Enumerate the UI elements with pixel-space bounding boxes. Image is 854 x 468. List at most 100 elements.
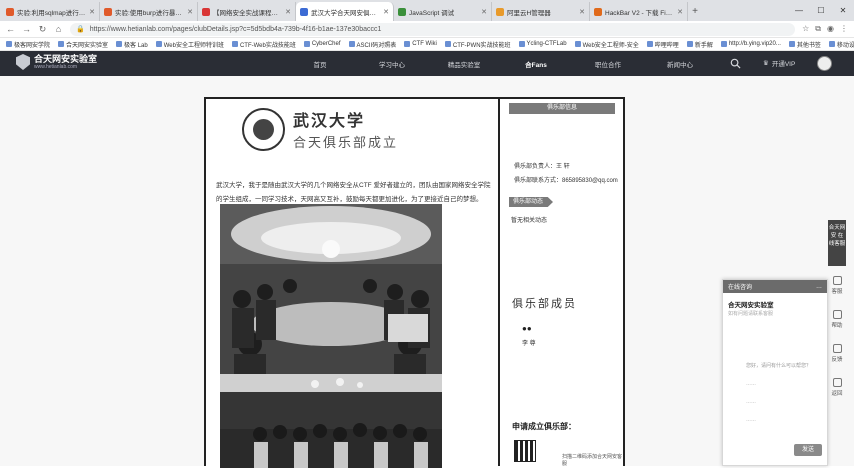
bookmark-item[interactable]: http://b.ying.vip20... [720,41,781,47]
url-text: https://www.hetianlab.com/pages/clubDeta… [89,25,382,33]
site-logo[interactable]: 合天网安实验室 www.hetianlab.com [16,54,97,70]
sidebar-heading: 俱乐部信息 [509,103,615,114]
logo-sub: www.hetianlab.com [34,64,78,70]
qr-caption: 扫描二维码添加合天网安客服 [562,454,623,467]
menu-icon[interactable]: ⋮ [840,24,848,34]
bookmark-item[interactable]: 移动设备上的书签 [828,40,854,49]
url-field[interactable]: 🔒 https://www.hetianlab.com/pages/clubDe… [70,22,796,36]
url-tools: ☆ ⧉ ◉ ⋮ [802,24,848,34]
club-photo-dinner [220,204,442,374]
bookmark-icon [646,41,653,47]
extension-icon[interactable]: ⧉ [815,24,821,34]
bookmark-icon [404,41,411,47]
chat-header-title: 在线咨询 [728,285,753,291]
chat-org-name: 合天网安实验室 [728,302,774,309]
menu-item[interactable]: 精品实验室 [428,59,500,69]
menu-item[interactable]: 学习中心 [356,59,428,69]
tab-title: JavaScript 调试 [409,9,455,17]
club-title: 合天俱乐部成立 [293,136,399,151]
bookmark-item[interactable]: 其他书签 [788,40,821,49]
profile-icon[interactable]: ◉ [827,24,834,34]
tab-close-icon[interactable]: ✕ [579,8,585,16]
bookmark-item[interactable]: 哔哩哔哩 [646,40,679,49]
close-window-button[interactable]: ✕ [832,0,854,21]
rail-item-help[interactable]: 帮助 [828,304,846,334]
forward-icon[interactable]: → [22,24,31,34]
right-rail: 合天网安 在线客服 客服 帮助 反馈 返回 [828,220,848,402]
tab-title: 【网络安全实战课程】_BV1 [213,9,282,17]
browser-tab[interactable]: 实验:利用sqlmap进行简要注✕ [2,2,100,21]
bookmark-icon [788,41,795,47]
bookmark-label: 极客网安学院 [14,42,51,49]
bookmark-icon [518,41,525,47]
more-icon[interactable]: … [816,284,822,290]
tab-title: 阿里云H管理器 [507,9,551,17]
tab-close-icon[interactable]: ✕ [89,8,95,16]
bookmark-item[interactable]: CTF Wiki [404,41,437,47]
rail-item-top[interactable]: 返回 [828,372,846,402]
bookmark-item[interactable]: CTF-PWN实战技能班 [444,40,511,49]
bookmark-item[interactable]: CyberChef [303,41,341,47]
search-icon[interactable] [730,58,741,69]
bookmark-item[interactable]: 合天网安实验室 [58,40,108,49]
browser-tab[interactable]: 武汉大学合天网安俱乐部-合天网✕ [296,2,394,21]
user-avatar[interactable] [817,56,832,71]
bookmark-item[interactable]: Web安全工程师特训班 [155,40,224,49]
menu-item[interactable]: 首页 [284,59,356,69]
tab-close-icon[interactable]: ✕ [481,8,487,16]
browser-tab[interactable]: 【网络安全实战课程】_BV1✕ [198,2,296,21]
club-banner: 武汉大学 合天俱乐部成立 [242,107,398,151]
bookmark-item[interactable]: ASCII码对照表 [348,40,396,49]
bookmark-item[interactable]: 新手解 [686,40,713,49]
star-icon[interactable]: ☆ [802,24,809,34]
bookmark-item[interactable]: 极客 Lab [116,40,148,49]
bookmark-label: http://b.ying.vip20... [728,41,781,47]
university-seal-icon [242,107,285,151]
news-tag: 俱乐部动态 [509,197,553,207]
browser-tab[interactable]: JavaScript 调试 ✕ [394,2,492,21]
tab-close-icon[interactable]: ✕ [383,8,389,16]
feedback-icon [832,343,842,353]
rail-item-feedback[interactable]: 反馈 [828,338,846,368]
bookmark-item[interactable]: Web安全工程师-安全 [574,40,639,49]
tab-favicon-icon [594,7,602,16]
university-name: 武汉大学 [293,111,366,130]
tab-favicon-icon [398,7,406,16]
vip-link[interactable]: ♛ 开通VIP [763,58,795,68]
minimize-button[interactable]: — [788,0,810,21]
bookmark-label: CTF Wiki [412,41,437,47]
home-icon[interactable]: ⌂ [54,24,63,34]
back-icon[interactable]: ← [6,24,15,34]
browser-tab[interactable]: 阿里云H管理器 ✕ [492,2,590,21]
menu-item[interactable]: 合Fans [500,59,572,69]
rail-item-kefu[interactable]: 客服 [828,270,846,300]
chat-send-button[interactable]: 发送 [794,444,822,456]
menu-item[interactable]: 新闻中心 [644,59,716,69]
menu-item[interactable]: 职位合作 [572,59,644,69]
chat-line: 您好，请问有什么可以帮您？ [746,363,812,369]
browser-tab[interactable]: HackBar V2 - 下载 Firefox 扩✕ [590,2,688,21]
bookmark-item[interactable]: Ycling-CTFLab [518,41,567,47]
chat-org-sub: 如有问题请联系客服 [728,311,774,317]
main-menu: 首页 学习中心 精品实验室 合Fans 职位合作 新闻中心 [284,51,716,76]
rail-service[interactable]: 合天网安 在线客服 [828,220,846,266]
club-contact: 俱乐部联系方式：865895830@qq.com [514,178,618,184]
chat-line: …… [746,417,756,423]
maximize-button[interactable]: ☐ [810,0,832,21]
bookmark-item[interactable]: 极客网安学院 [6,40,50,49]
tab-close-icon[interactable]: ✕ [677,8,683,16]
tab-close-icon[interactable]: ✕ [187,8,193,16]
bookmark-icon [828,41,835,47]
bookmark-label: CTF-PWN实战技能班 [452,42,511,49]
bookmark-label: Web安全工程师特训班 [163,42,224,49]
bookmark-item[interactable]: CTF-Web实战技能班 [231,40,296,49]
browser-tab[interactable]: 实验:使用burp进行暴力破解|合✕ [100,2,198,21]
reload-icon[interactable]: ↻ [38,24,47,35]
logo-shield-icon [16,54,30,70]
club-sidebar: 俱乐部信息 俱乐部负责人：王 轩 俱乐部联系方式：865895830@qq.co… [500,97,625,467]
tab-title: 武汉大学合天网安俱乐部-合天网 [311,9,381,17]
member-name: 李 尊 [522,341,536,347]
tab-close-icon[interactable]: ✕ [285,8,291,16]
new-tab-button[interactable]: + [688,2,702,21]
member-avatar-icon: ●● [522,324,532,333]
